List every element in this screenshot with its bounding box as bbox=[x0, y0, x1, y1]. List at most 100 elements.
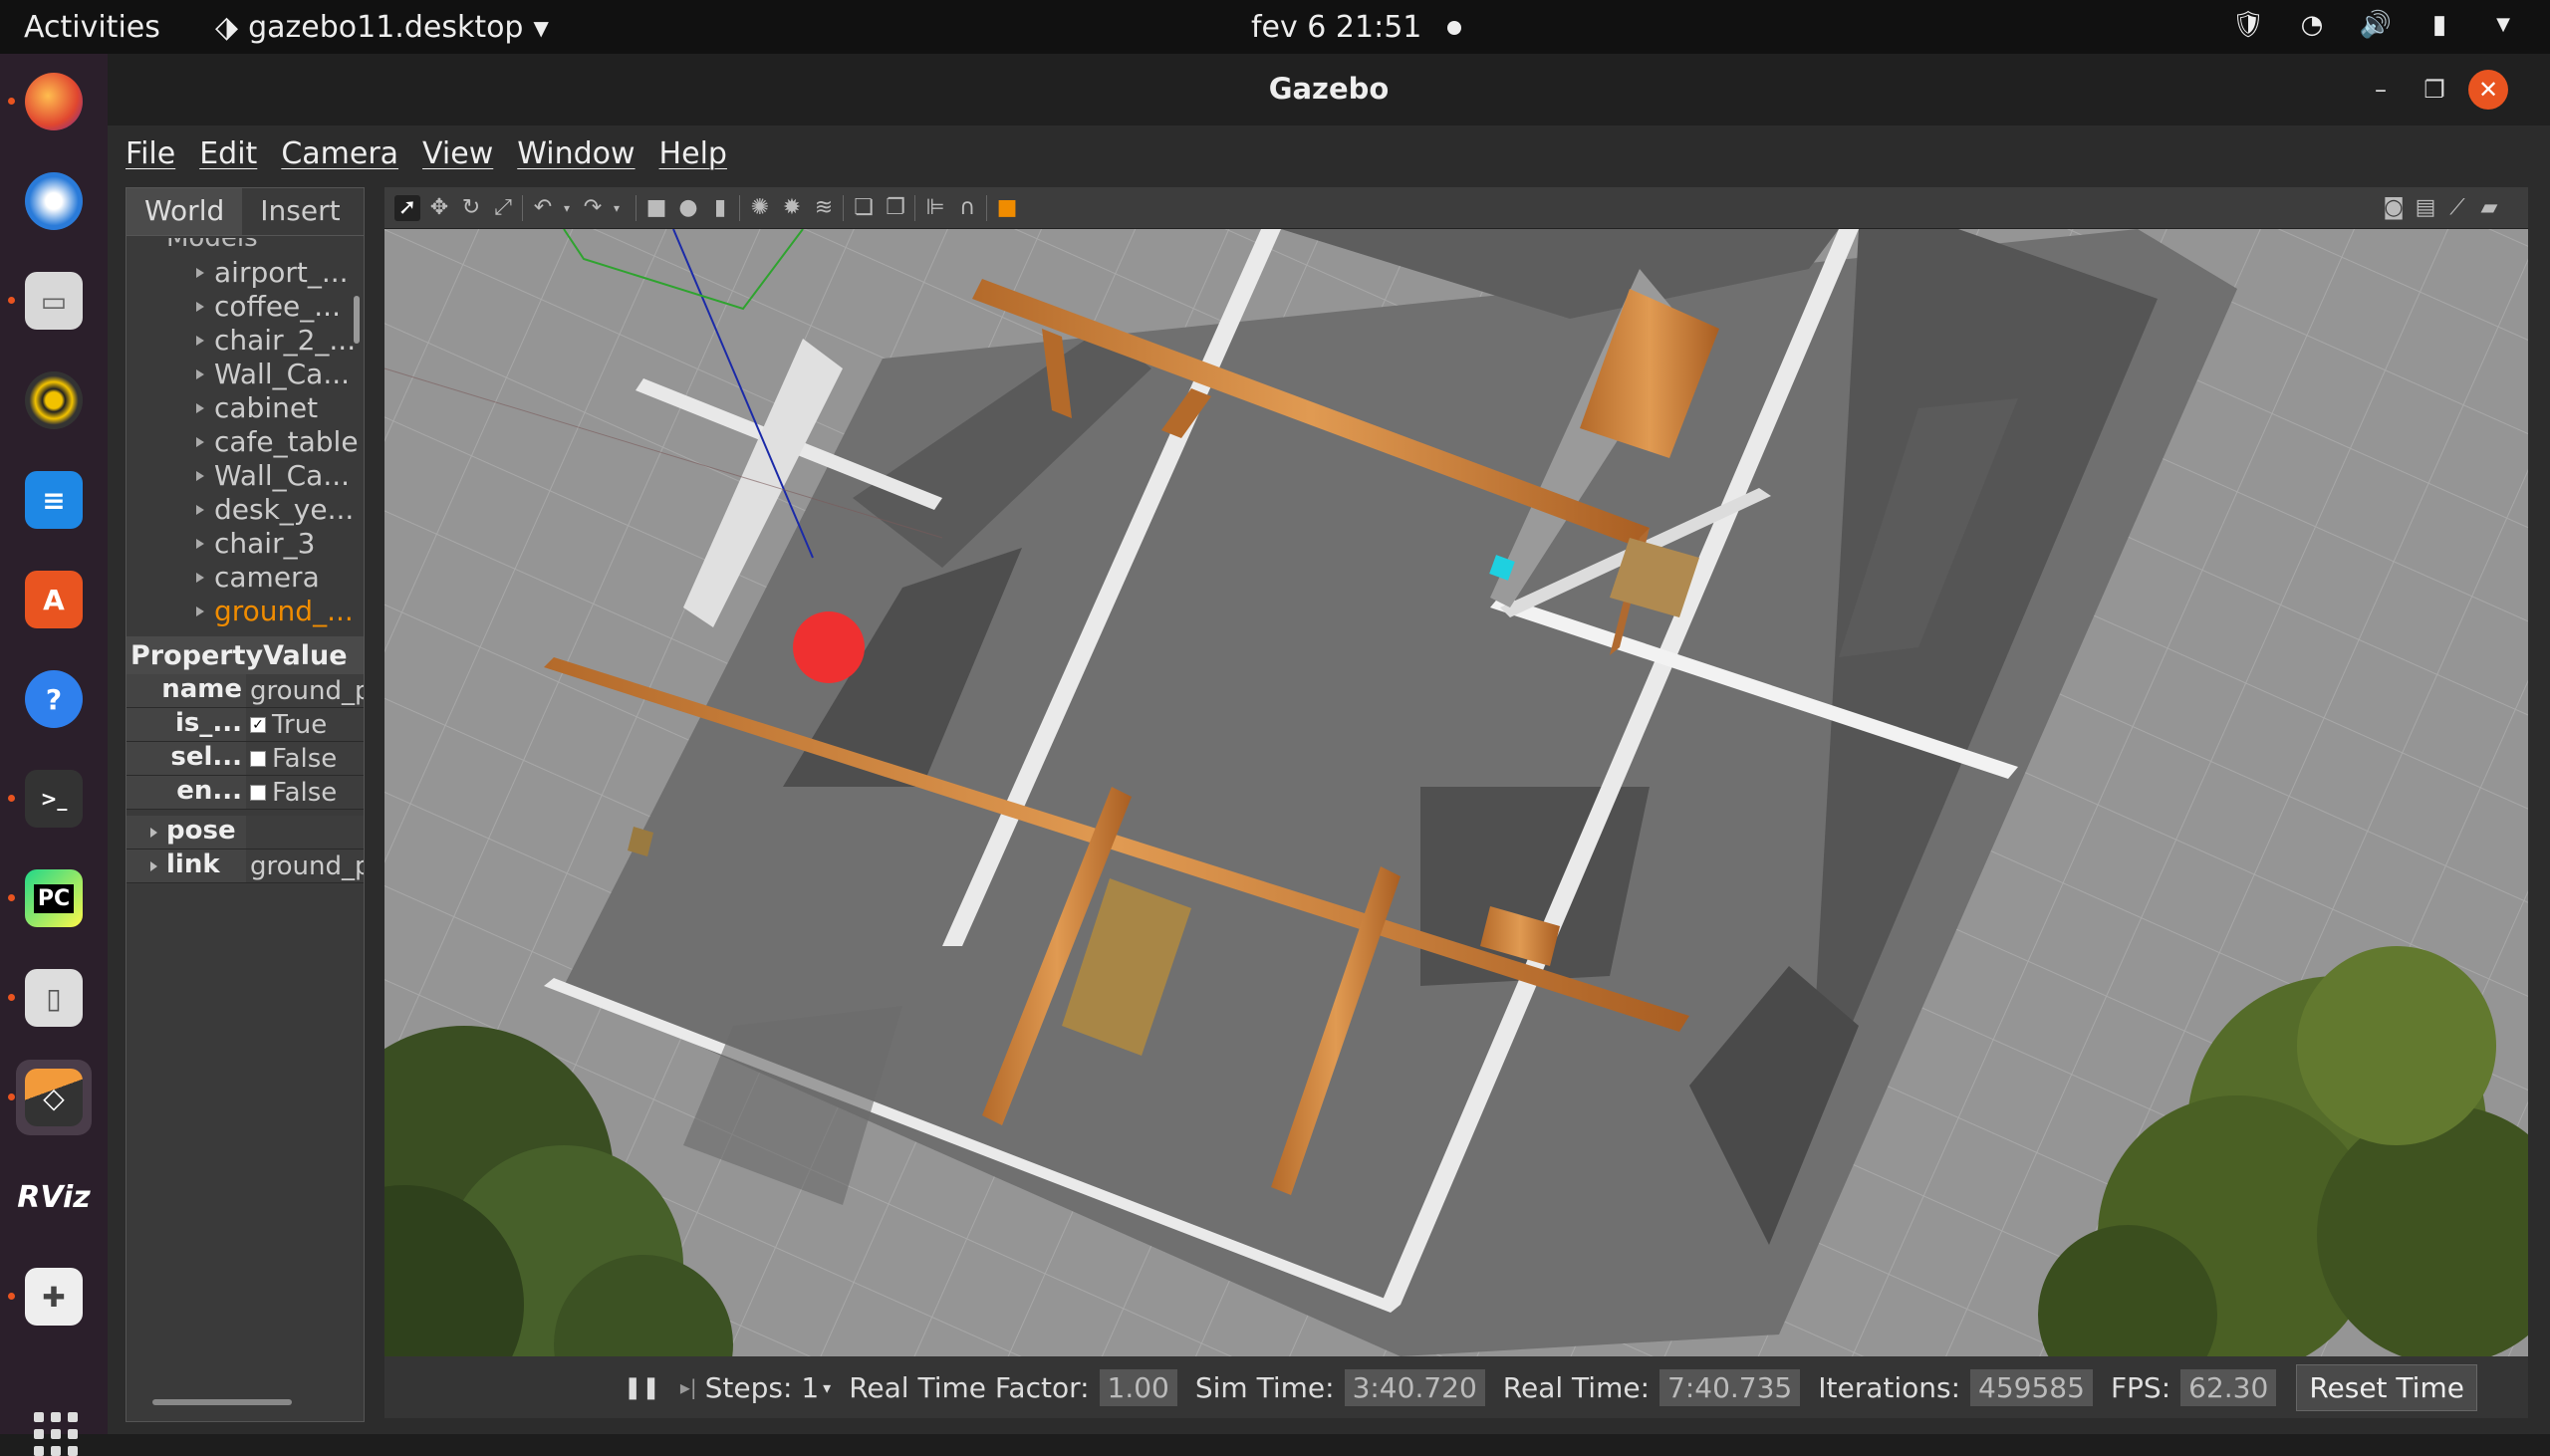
panel-hscrollbar[interactable] bbox=[152, 1399, 292, 1405]
close-icon[interactable]: ✕ bbox=[2468, 70, 2508, 110]
pause-button[interactable]: ❚❚ bbox=[624, 1375, 660, 1400]
notification-dot-icon bbox=[1447, 20, 1462, 35]
align-icon[interactable]: ⊫ bbox=[922, 195, 948, 221]
property-row[interactable]: name ground_p bbox=[127, 674, 364, 708]
property-row[interactable]: sel... False bbox=[127, 742, 364, 776]
rhythmbox-icon[interactable] bbox=[16, 363, 92, 438]
change-view-icon[interactable]: ■ bbox=[994, 195, 1020, 221]
tab-insert[interactable]: Insert bbox=[242, 188, 358, 235]
directional-light-icon[interactable]: ≋ bbox=[811, 195, 837, 221]
gazebo-icon[interactable]: ◇ bbox=[8, 1060, 92, 1135]
property-group-row[interactable]: link ground_p bbox=[127, 849, 364, 883]
menu-camera[interactable]: Camera bbox=[281, 136, 398, 171]
menu-view[interactable]: View bbox=[422, 136, 493, 171]
chevron-down-icon[interactable]: ▾ bbox=[823, 1378, 831, 1397]
scene-viewport[interactable] bbox=[384, 229, 2528, 1356]
firefox-icon[interactable] bbox=[8, 64, 92, 139]
menu-edit[interactable]: Edit bbox=[199, 136, 257, 171]
terminal-icon[interactable]: >_ bbox=[8, 761, 92, 837]
property-value-text: True bbox=[272, 709, 328, 740]
paste-icon[interactable]: ❐ bbox=[883, 195, 908, 221]
checkbox-icon[interactable] bbox=[250, 750, 266, 767]
window-titlebar[interactable]: Gazebo – ❐ ✕ bbox=[108, 54, 2550, 125]
log-icon[interactable]: ▤ bbox=[2413, 195, 2438, 221]
app-menu[interactable]: ⬗ gazebo11.desktop ▼ bbox=[215, 10, 549, 45]
menu-file[interactable]: File bbox=[126, 136, 175, 171]
rtf-label: Real Time Factor: bbox=[849, 1370, 1090, 1404]
reset-time-button[interactable]: Reset Time bbox=[2296, 1363, 2477, 1411]
sphere-model bbox=[793, 611, 865, 683]
left-panel: World Insert Models airport_... coffee_..… bbox=[126, 187, 365, 1422]
model-tree-item[interactable]: chair_3 bbox=[127, 527, 364, 561]
model-tree-item[interactable]: desk_ye... bbox=[127, 493, 364, 527]
property-group-row[interactable]: pose bbox=[127, 816, 364, 849]
files-icon[interactable]: ▭ bbox=[8, 263, 92, 339]
property-value[interactable]: ✓ True bbox=[246, 708, 364, 741]
app-menu-label: gazebo11.desktop bbox=[248, 10, 524, 45]
tab-world[interactable]: World bbox=[127, 188, 243, 235]
status-bar: ❚❚ ▸| Steps: 1 ▾ Real Time Factor: 1.00 … bbox=[384, 1356, 2528, 1418]
maximize-icon[interactable]: ❐ bbox=[2415, 70, 2454, 110]
select-mode-icon[interactable]: ➚ bbox=[394, 195, 420, 221]
tree-scrollbar[interactable] bbox=[354, 296, 360, 344]
usb-icon[interactable]: ▯ bbox=[8, 960, 92, 1036]
game-icon[interactable]: ✚ bbox=[8, 1259, 92, 1335]
model-tree-item[interactable]: camera bbox=[127, 561, 364, 595]
wifi-icon[interactable]: ◔ bbox=[2295, 8, 2329, 42]
copy-icon[interactable]: ❏ bbox=[851, 195, 877, 221]
model-tree-item[interactable]: ground_... bbox=[127, 595, 364, 628]
plot-icon[interactable]: ⟋ bbox=[2444, 195, 2470, 221]
real-time-value: 7:40.735 bbox=[1659, 1368, 1801, 1406]
property-row[interactable]: en... False bbox=[127, 776, 364, 810]
video-record-icon[interactable]: ▰ bbox=[2476, 195, 2502, 221]
cylinder-shape-icon[interactable]: ▮ bbox=[707, 195, 733, 221]
step-button[interactable]: ▸| bbox=[680, 1375, 697, 1399]
model-tree-item[interactable]: Wall_Ca... bbox=[127, 358, 364, 391]
model-tree-item[interactable]: Wall_Ca... bbox=[127, 459, 364, 493]
battery-icon[interactable]: ▮ bbox=[2422, 8, 2456, 42]
show-apps-icon[interactable] bbox=[34, 1412, 78, 1456]
model-tree-item[interactable]: airport_... bbox=[127, 256, 364, 290]
system-tray[interactable]: 🛡 ◔ 🔊 ▮ ▼ bbox=[2231, 8, 2520, 42]
redo-icon[interactable]: ↷ bbox=[580, 195, 606, 221]
model-tree-item[interactable]: chair_2_... bbox=[127, 324, 364, 358]
screenshot-icon[interactable]: ◙ bbox=[2381, 195, 2407, 221]
model-tree-item[interactable]: coffee_... bbox=[127, 290, 364, 324]
spot-light-icon[interactable]: ✹ bbox=[779, 195, 805, 221]
checkbox-icon[interactable] bbox=[250, 784, 266, 801]
menu-help[interactable]: Help bbox=[659, 136, 727, 171]
property-key: en... bbox=[127, 776, 246, 809]
clock[interactable]: fev 6 21:51 bbox=[1251, 10, 1462, 45]
sphere-shape-icon[interactable]: ● bbox=[675, 195, 701, 221]
snap-icon[interactable]: ∩ bbox=[954, 195, 980, 221]
pycharm-icon[interactable]: PC bbox=[8, 860, 92, 936]
point-light-icon[interactable]: ✺ bbox=[747, 195, 773, 221]
box-shape-icon[interactable]: ■ bbox=[643, 195, 669, 221]
fps-value: 62.30 bbox=[2180, 1368, 2277, 1406]
writer-icon[interactable]: ≡ bbox=[16, 462, 92, 538]
steps-label[interactable]: Steps: 1 bbox=[705, 1371, 820, 1404]
help-icon[interactable]: ? bbox=[16, 661, 92, 737]
property-value[interactable]: False bbox=[246, 776, 364, 809]
undo-dropdown-icon[interactable]: ▾ bbox=[554, 195, 580, 221]
thunderbird-icon[interactable] bbox=[16, 163, 92, 239]
scale-mode-icon[interactable]: ⤢ bbox=[490, 195, 516, 221]
volume-icon[interactable]: 🔊 bbox=[2359, 8, 2393, 42]
software-icon[interactable]: A bbox=[16, 562, 92, 637]
chevron-down-icon[interactable]: ▼ bbox=[2486, 8, 2520, 42]
checkbox-icon[interactable]: ✓ bbox=[250, 716, 266, 733]
property-value[interactable]: False bbox=[246, 742, 364, 775]
menu-window[interactable]: Window bbox=[517, 136, 635, 171]
models-header[interactable]: Models bbox=[127, 238, 364, 256]
model-tree-item[interactable]: cafe_table bbox=[127, 425, 364, 459]
model-tree-item[interactable]: cabinet bbox=[127, 391, 364, 425]
minimize-icon[interactable]: – bbox=[2361, 70, 2401, 110]
rotate-mode-icon[interactable]: ↻ bbox=[458, 195, 484, 221]
redo-dropdown-icon[interactable]: ▾ bbox=[604, 195, 630, 221]
property-row[interactable]: is_... ✓ True bbox=[127, 708, 364, 742]
activities-button[interactable]: Activities bbox=[24, 10, 160, 45]
rviz-icon[interactable]: RViz bbox=[16, 1159, 92, 1235]
undo-icon[interactable]: ↶ bbox=[530, 195, 556, 221]
shield-icon[interactable]: 🛡 bbox=[2231, 8, 2265, 42]
translate-mode-icon[interactable]: ✥ bbox=[426, 195, 452, 221]
